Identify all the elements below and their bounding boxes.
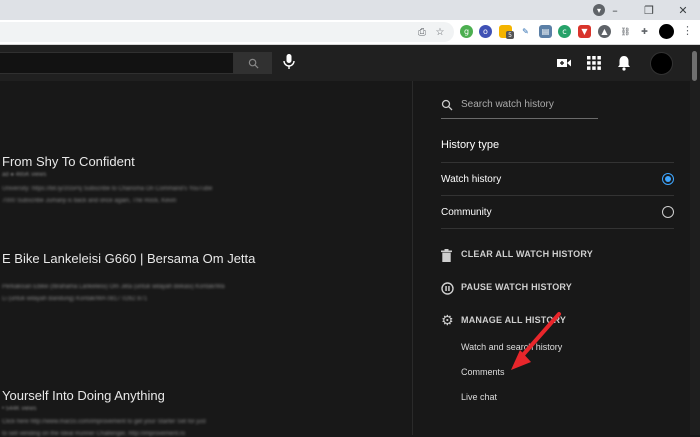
manage-all-history-button[interactable]: ⚙ MANAGE ALL HISTORY: [441, 313, 566, 329]
install-icon[interactable]: ⎙: [416, 26, 428, 38]
option-community[interactable]: Community: [441, 195, 674, 229]
browser-tabstrip: ▾ – ❐ ✕: [0, 0, 700, 20]
puzzle-icon[interactable]: ✚: [638, 25, 651, 38]
minimize-button[interactable]: –: [598, 0, 632, 20]
trash-icon: [441, 248, 452, 262]
clear-all-watch-history-button[interactable]: CLEAR ALL WATCH HISTORY: [441, 247, 593, 263]
extension-badge: 5: [506, 31, 514, 39]
extension-icon[interactable]: o: [479, 25, 492, 38]
extension-icon[interactable]: ▲: [598, 25, 611, 38]
video-description: 7000 Subscribe Jumanji is back and once …: [2, 198, 177, 204]
search-input[interactable]: [0, 52, 234, 74]
menu-icon[interactable]: ⋮: [682, 24, 693, 37]
search-icon: [248, 58, 259, 69]
gear-icon: ⚙: [441, 313, 454, 329]
option-label: Community: [441, 207, 492, 218]
video-meta: ad ● 465K views: [2, 172, 47, 178]
address-bar[interactable]: ⎙ ☆: [0, 22, 454, 42]
video-description: Click here http://www.marzo.com/improvem…: [2, 419, 206, 425]
pause-icon: [441, 281, 454, 295]
shield-icon[interactable]: ▼: [578, 25, 591, 38]
extension-icon[interactable]: c: [558, 25, 571, 38]
action-label: CLEAR ALL WATCH HISTORY: [461, 249, 593, 259]
extension-icon[interactable]: g: [460, 25, 473, 38]
avatar[interactable]: [650, 52, 673, 75]
action-label: PAUSE WATCH HISTORY: [461, 282, 572, 292]
bell-icon[interactable]: [615, 54, 633, 72]
video-title[interactable]: Yourself Into Doing Anything: [2, 388, 165, 403]
watch-and-search-history-link[interactable]: Watch and search history: [461, 342, 562, 352]
pen-icon[interactable]: ✎: [519, 25, 532, 38]
mic-icon[interactable]: [281, 52, 297, 72]
apps-icon[interactable]: [585, 54, 603, 72]
live-chat-link[interactable]: Live chat: [461, 392, 497, 402]
search-placeholder: Search watch history: [461, 99, 554, 110]
search-button[interactable]: [234, 52, 272, 74]
video-title[interactable]: From Shy To Confident: [2, 154, 135, 169]
scrollbar-thumb[interactable]: [692, 51, 697, 81]
video-create-icon[interactable]: [555, 54, 573, 72]
option-label: Watch history: [441, 174, 502, 185]
avatar[interactable]: [659, 24, 674, 39]
video-description: Li (untuk wilayah Bandung) Kontak/WA 081…: [2, 296, 148, 302]
video-title[interactable]: E Bike Lankeleisi G660 | Bersama Om Jett…: [2, 251, 255, 266]
browser-toolbar: ⎙ ☆ g o 5 ✎ ▤ c ▼ ▲ ⛓ ✚ ⋮: [0, 20, 700, 45]
option-watch-history[interactable]: Watch history: [441, 162, 674, 196]
action-label: MANAGE ALL HISTORY: [461, 315, 567, 325]
search-watch-history-field[interactable]: Search watch history: [441, 93, 598, 119]
pause-watch-history-button[interactable]: PAUSE WATCH HISTORY: [441, 280, 572, 296]
history-side-panel: Search watch history History type Watch …: [412, 81, 691, 435]
video-description: University: https://bit.ly/3S5Pq Subscri…: [2, 186, 213, 192]
history-type-heading: History type: [441, 139, 500, 151]
star-icon[interactable]: ☆: [434, 26, 446, 38]
video-description: Perkakisan Ebike (Ibrahama Lankeleisi) O…: [2, 284, 225, 290]
extension-icon[interactable]: ▤: [539, 25, 552, 38]
video-description: to sell vending on the Ideal Runner Chal…: [2, 431, 186, 437]
search-icon: [441, 99, 453, 111]
scrollbar[interactable]: [690, 45, 700, 435]
radio-community[interactable]: [662, 206, 674, 218]
video-meta: • 544K views: [2, 406, 37, 412]
divider: [441, 228, 674, 229]
link-icon[interactable]: ⛓: [619, 25, 632, 38]
maximize-button[interactable]: ❐: [632, 0, 666, 20]
comments-link[interactable]: Comments: [461, 367, 505, 377]
close-button[interactable]: ✕: [666, 0, 700, 20]
extension-icon[interactable]: 5: [499, 25, 514, 39]
radio-watch-history[interactable]: [662, 173, 674, 185]
window-controls: – ❐ ✕: [598, 0, 700, 20]
